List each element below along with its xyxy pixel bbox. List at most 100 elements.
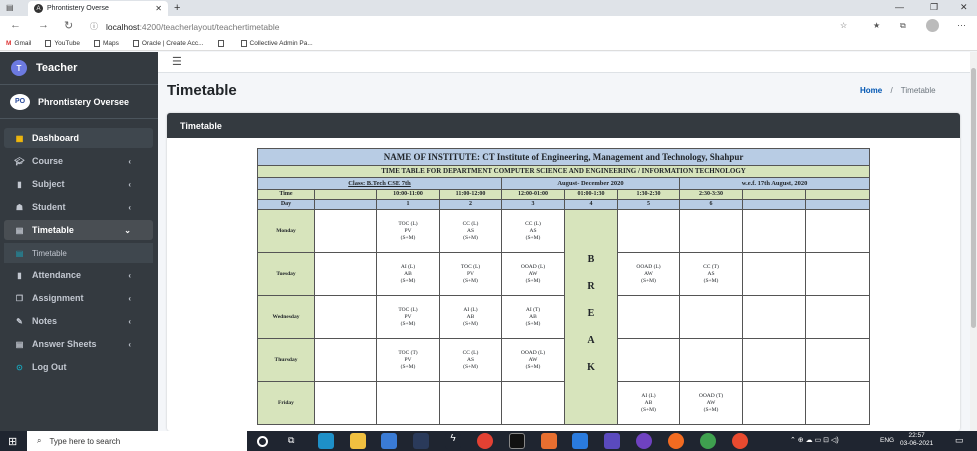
breadcrumb-home-link[interactable]: Home (860, 86, 882, 95)
profile-avatar[interactable] (926, 19, 939, 32)
sidebar-item-subject[interactable]: ▮ Subject ‹ (4, 174, 153, 194)
gmail-icon: M (6, 39, 12, 47)
chevron-left-icon: ‹ (128, 179, 131, 189)
period-number-header: 3 (501, 199, 565, 210)
time-slot-header: 10:00-11:00 (376, 189, 440, 200)
sidebar-item-timetable[interactable]: ▤ Timetable ⌄ (4, 220, 153, 240)
system-tray-icons[interactable]: ⌃ ⊕ ☁ ▭ ⊡ ◁) (790, 436, 839, 444)
collections-icon[interactable]: ⧉ (900, 21, 906, 31)
timetable-row: Monday TOC (L) PV (S+M) CC (L) AS (S+M) CC … (257, 209, 871, 425)
close-window-icon[interactable]: ✕ (960, 2, 968, 13)
bookmark-maps[interactable]: Maps (93, 39, 119, 47)
period-number-header: 5 (617, 199, 680, 210)
notifications-icon[interactable]: ▭ (955, 435, 964, 446)
class-label: Class: B.Tech CSE 7th (257, 177, 502, 190)
info-icon: ⓘ (90, 22, 98, 31)
mail-icon[interactable] (381, 433, 397, 449)
terminal-icon[interactable] (509, 433, 525, 449)
github-icon[interactable] (636, 433, 652, 449)
lecture-cell: AI (L) AB (S+M) (617, 381, 680, 425)
lecture-cell (314, 209, 377, 253)
task-view-icon[interactable]: ⧉ (288, 435, 294, 446)
taskbar-clock[interactable]: 22:57 03-06-2021 (900, 432, 933, 448)
user-logo-icon: PO (10, 93, 30, 110)
page-icon (93, 39, 100, 47)
break-letter: A (587, 335, 595, 346)
favorites-icon[interactable]: ★ (873, 21, 880, 30)
period-number-header: 1 (376, 199, 440, 210)
session-label: August- December 2020 (501, 177, 680, 190)
sidebar-subitem-timetable[interactable]: ▤ Timetable (4, 243, 153, 263)
lecture-cell (679, 295, 743, 339)
file-explorer-icon[interactable] (350, 433, 366, 449)
windows-start-icon[interactable]: ⊞ (8, 435, 17, 448)
bookmark-gmail[interactable]: M Gmail (6, 40, 31, 47)
refresh-icon[interactable]: ↻ (64, 19, 73, 32)
vscode-icon[interactable] (572, 433, 588, 449)
language-indicator[interactable]: ENG (880, 437, 894, 444)
user-panel[interactable]: PO Phrontistery Oversee (0, 85, 158, 119)
window-menu-icon[interactable]: ▤ (6, 3, 14, 12)
media-app-icon[interactable] (732, 433, 748, 449)
calendar-icon: ▤ (15, 225, 24, 235)
lecture-cell (742, 338, 806, 382)
bookmark-blank[interactable] (217, 39, 227, 47)
back-icon[interactable]: ← (10, 19, 21, 31)
forward-icon[interactable]: → (38, 19, 49, 31)
lightning-app-icon[interactable]: ϟ (445, 433, 461, 449)
close-tab-icon[interactable]: ✕ (155, 4, 162, 13)
sidebar-item-assignment[interactable]: ❐ Assignment ‹ (4, 288, 153, 308)
minimize-icon[interactable]: — (895, 2, 904, 12)
bookmark-youtube[interactable]: YouTube (45, 39, 80, 47)
sidebar-item-notes[interactable]: ✎ Notes ‹ (4, 311, 153, 331)
scrollbar-thumb[interactable] (971, 68, 976, 328)
maximize-icon[interactable]: ❐ (930, 2, 938, 13)
add-favorite-icon[interactable]: ☆ (840, 21, 847, 30)
lecture-cell: AI (T) AB (S+M) (501, 295, 565, 339)
sidebar-item-course[interactable]: 🎓︎ Course ‹ (4, 151, 153, 171)
more-menu-icon[interactable]: ⋯ (957, 20, 966, 31)
document-icon: ▤ (15, 339, 24, 349)
new-tab-icon[interactable]: + (174, 2, 180, 14)
breadcrumb: Home / Timetable (860, 86, 936, 95)
bookmark-collective[interactable]: Collective Admin Pa... (240, 39, 313, 47)
lecture-cell (314, 252, 377, 296)
period-number-header: 6 (679, 199, 743, 210)
sidebar-item-logout[interactable]: ⊙ Log Out (4, 357, 153, 377)
lecture-cell (501, 381, 565, 425)
day-header: Day (257, 199, 315, 210)
time-slot-header: 2:30-3:30 (679, 189, 743, 200)
day-cell: Friday (257, 381, 315, 425)
chevron-left-icon: ‹ (128, 316, 131, 326)
mongodb-icon[interactable] (700, 433, 716, 449)
chevron-left-icon: ‹ (128, 339, 131, 349)
time-slot-header: 1:30-2:30 (617, 189, 680, 200)
bookmark-oracle[interactable]: Oracle | Create Acc... (132, 39, 204, 47)
visual-studio-icon[interactable] (604, 433, 620, 449)
lecture-cell (804, 295, 871, 339)
postman-icon[interactable] (668, 433, 684, 449)
clock-date: 03-06-2021 (900, 440, 934, 447)
time-header: Time (257, 189, 315, 200)
browser-tab[interactable]: A Phrontistery Overse ✕ (28, 1, 168, 16)
url-field[interactable]: ⓘ localhost:4200/teacherlayout/teacherti… (90, 19, 860, 34)
sublime-icon[interactable] (541, 433, 557, 449)
sidebar-item-attendance[interactable]: ▮ Attendance ‹ (4, 265, 153, 285)
lecture-cell (742, 209, 806, 253)
sidebar-item-student[interactable]: ☗ Student ‹ (4, 197, 153, 217)
file-icon: ▮ (17, 179, 22, 189)
sidebar-brand[interactable]: T Teacher (0, 52, 158, 85)
dropbox-icon[interactable] (413, 433, 429, 449)
hamburger-menu-icon[interactable]: ☰ (172, 55, 182, 68)
cortana-icon[interactable] (257, 436, 268, 447)
lecture-cell (617, 209, 680, 253)
edge-icon[interactable] (318, 433, 334, 449)
taskbar-search[interactable]: ⌕ Type here to search (27, 431, 247, 451)
day-cell: Thursday (257, 338, 315, 382)
period-number-header (314, 199, 377, 210)
chrome-icon[interactable] (477, 433, 493, 449)
sidebar-item-dashboard[interactable]: ▦ Dashboard (4, 128, 153, 148)
sidebar-item-answer-sheets[interactable]: ▤ Answer Sheets ‹ (4, 334, 153, 354)
lecture-cell: AI (L) AB (S+M) (439, 295, 502, 339)
user-icon: ☗ (15, 202, 24, 212)
